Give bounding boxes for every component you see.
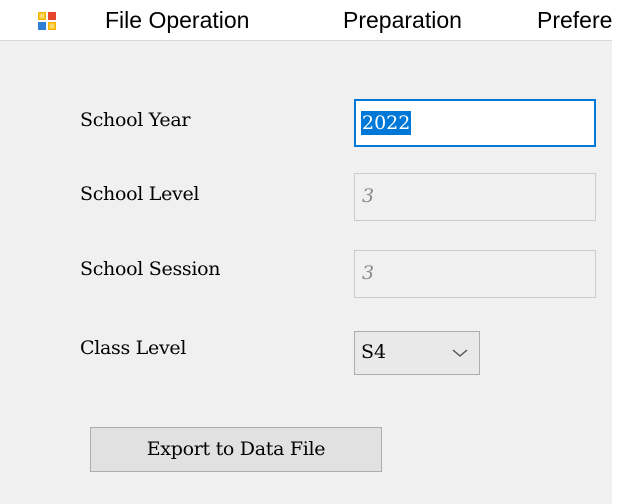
school-year-value: 2022 <box>361 111 412 135</box>
class-level-label: Class Level <box>80 337 187 359</box>
chevron-down-icon[interactable] <box>451 347 469 359</box>
school-year-label: School Year <box>80 109 191 131</box>
app-icon[interactable] <box>38 12 56 30</box>
school-level-label: School Level <box>80 183 200 205</box>
menu-file-operation[interactable]: File Operation <box>105 6 249 34</box>
class-level-value: S4 <box>361 341 387 363</box>
class-level-dropdown[interactable]: S4 <box>354 331 480 375</box>
school-level-input: 3 <box>354 173 596 221</box>
menu-bar: File Operation Preparation Prefere <box>0 0 612 41</box>
window-edge <box>612 0 641 504</box>
school-level-value: 3 <box>362 185 375 207</box>
school-year-input[interactable]: 2022 <box>354 99 596 147</box>
menu-preparation[interactable]: Preparation <box>343 6 462 34</box>
export-to-data-file-button[interactable]: Export to Data File <box>90 427 382 472</box>
school-session-value: 3 <box>362 262 375 284</box>
school-session-label: School Session <box>80 258 221 280</box>
school-session-input: 3 <box>354 250 596 298</box>
menu-preferences[interactable]: Prefere <box>537 6 612 34</box>
app-window: File Operation Preparation Prefere Schoo… <box>0 0 641 504</box>
